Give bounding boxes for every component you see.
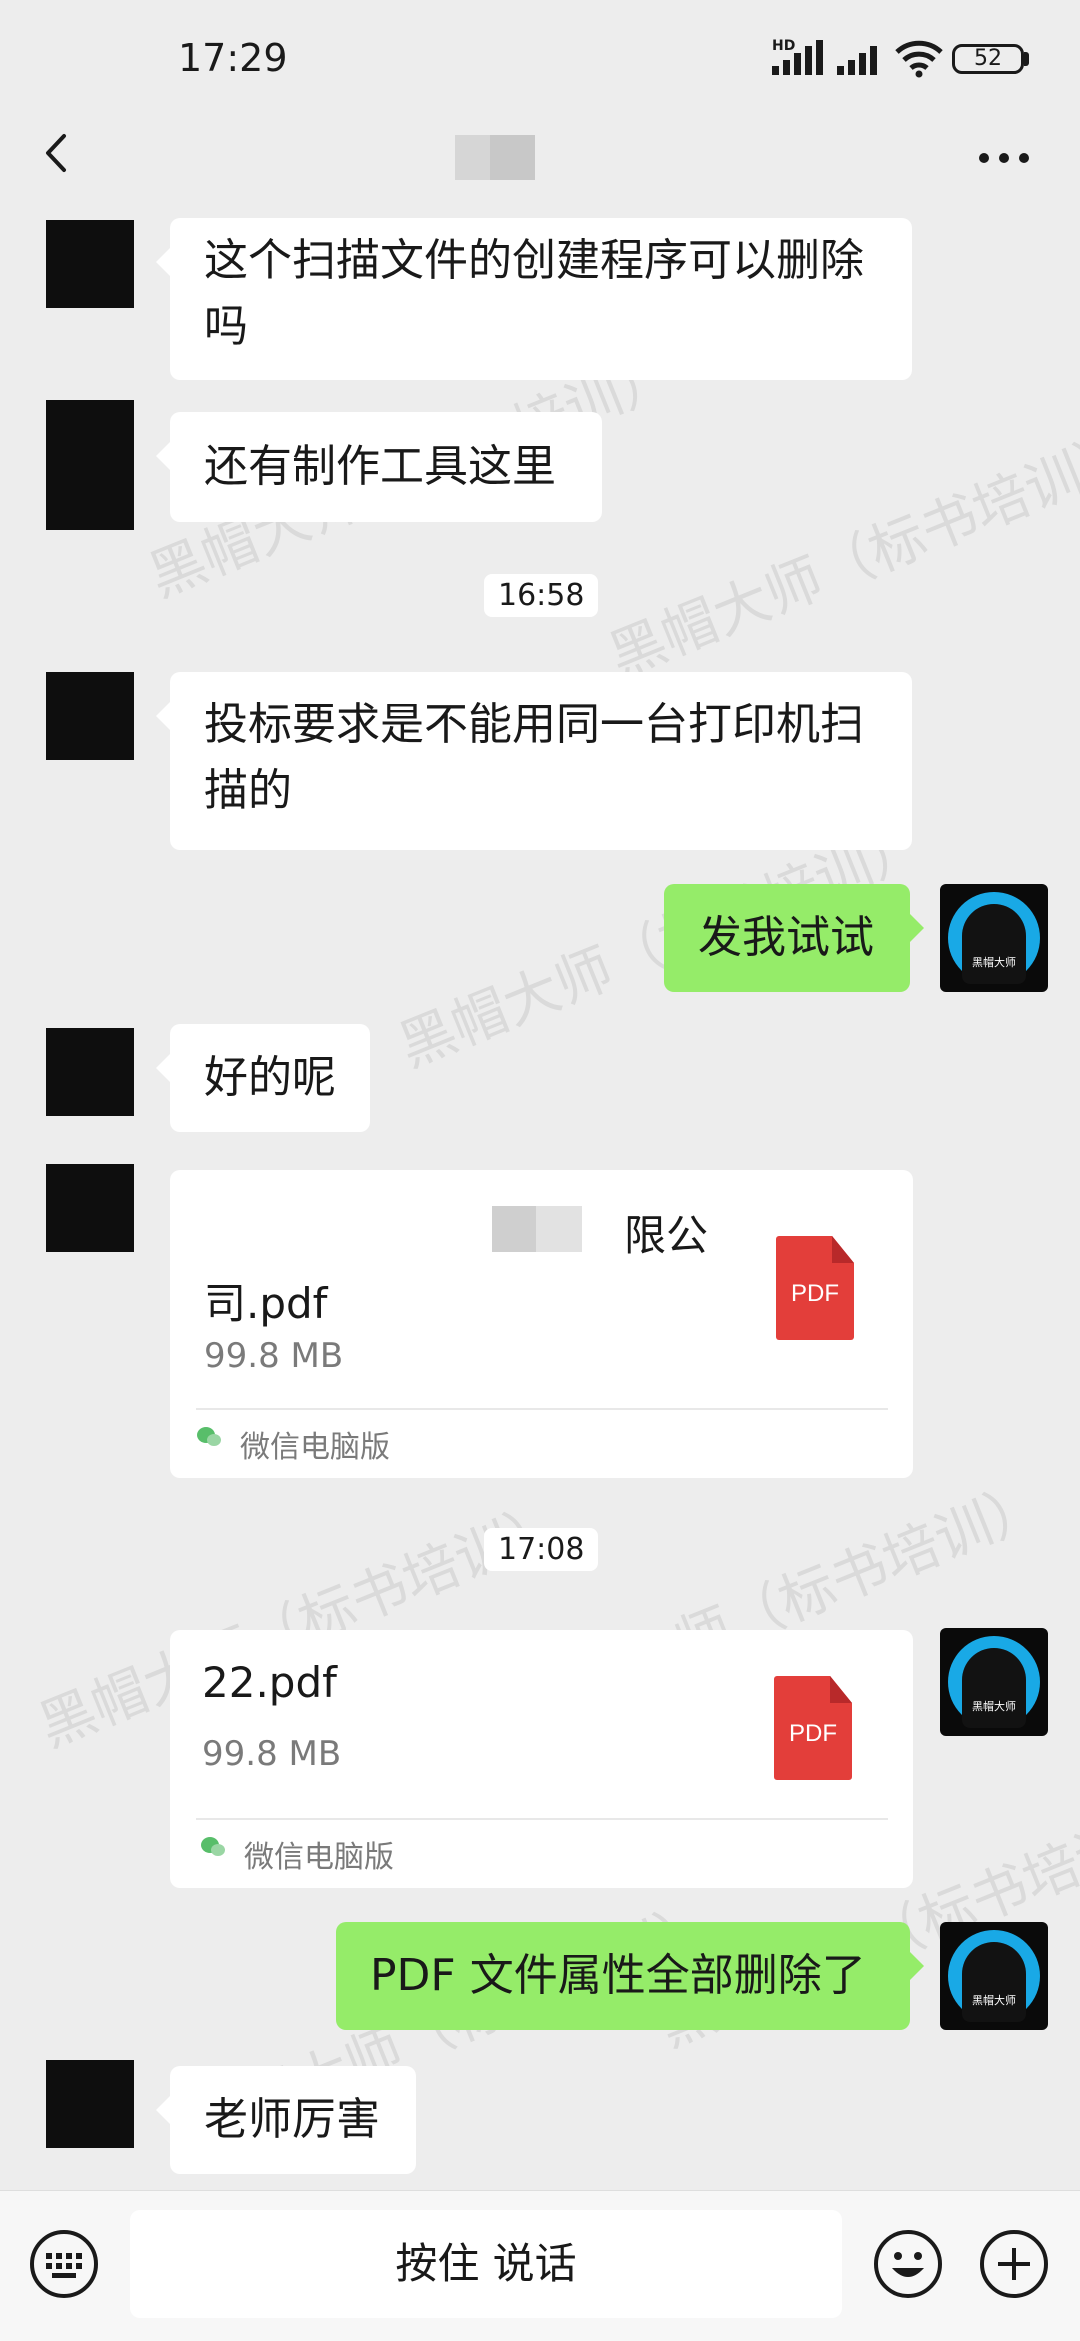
file-divider	[196, 1818, 888, 1820]
message-bubble-self[interactable]: 发我试试	[664, 884, 924, 992]
self-avatar[interactable]: 黑帽大师	[940, 884, 1048, 992]
message-text: 还有制作工具这里	[204, 441, 556, 492]
message-bubble[interactable]: 老师厉害	[156, 2066, 416, 2174]
cellular-signal-icon	[772, 40, 823, 75]
message-text: PDF 文件属性全部删除了	[370, 1950, 866, 2001]
wifi-icon	[895, 40, 943, 78]
message-bubble[interactable]: 还有制作工具这里	[156, 412, 602, 522]
contact-avatar[interactable]	[46, 672, 134, 760]
message-text: 这个扫描文件的创建程序可以删除吗	[204, 235, 864, 352]
file-size: 99.8 MB	[202, 1734, 342, 1774]
avatar-label: 黑帽大师	[972, 1994, 1016, 2007]
avatar-label: 黑帽大师	[972, 1700, 1016, 1713]
file-divider	[196, 1408, 888, 1410]
pdf-file-icon: PDF	[774, 1676, 852, 1780]
status-time: 17:29	[178, 36, 288, 80]
hold-to-talk-button[interactable]: 按住 说话	[130, 2210, 842, 2318]
contact-avatar[interactable]	[46, 220, 134, 308]
file-source: 微信电脑版	[244, 1840, 394, 1875]
wechat-icon	[197, 1427, 221, 1446]
file-name: 22.pdf	[202, 1658, 337, 1707]
message-text: 好的呢	[204, 1052, 336, 1103]
avatar-label: 黑帽大师	[972, 956, 1016, 969]
contact-avatar[interactable]	[46, 2060, 134, 2148]
file-card-self[interactable]: 22.pdf 99.8 MB PDF 微信电脑版	[170, 1630, 913, 1888]
watermark: 黑帽大师（标书培训）	[600, 420, 1080, 691]
contact-avatar[interactable]	[46, 400, 134, 530]
message-bubble[interactable]: 这个扫描文件的创建程序可以删除吗	[156, 218, 912, 380]
file-size: 99.8 MB	[204, 1336, 344, 1376]
message-text: 发我试试	[698, 912, 874, 963]
wechat-icon	[201, 1837, 225, 1856]
message-bubble[interactable]: 投标要求是不能用同一台打印机扫描的	[156, 672, 912, 850]
message-text: 投标要求是不能用同一台打印机扫描的	[204, 699, 864, 816]
chat-title-redacted	[490, 135, 535, 180]
file-card[interactable]: 限公 司.pdf 99.8 MB PDF 微信电脑版	[170, 1170, 913, 1478]
contact-avatar[interactable]	[46, 1028, 134, 1116]
file-source: 微信电脑版	[240, 1430, 390, 1465]
self-avatar[interactable]: 黑帽大师	[940, 1628, 1048, 1736]
file-name-redacted	[492, 1206, 536, 1252]
plus-icon[interactable]	[978, 2228, 1050, 2300]
file-name: 司.pdf	[204, 1279, 328, 1328]
battery-tip	[1024, 52, 1029, 66]
contact-avatar[interactable]	[46, 1164, 134, 1252]
more-icon[interactable]	[978, 152, 1030, 164]
cellular-signal-icon	[837, 46, 877, 75]
timestamp: 16:58	[484, 574, 599, 617]
message-bubble[interactable]: 好的呢	[156, 1024, 370, 1132]
message-bubble-self[interactable]: PDF 文件属性全部删除了	[336, 1922, 924, 2030]
nav-bar	[0, 125, 1080, 220]
timestamp: 17:08	[484, 1528, 599, 1571]
battery-level: 52	[974, 46, 1002, 71]
self-avatar[interactable]: 黑帽大师	[940, 1922, 1048, 2030]
pdf-file-icon: PDF	[776, 1236, 854, 1340]
file-name: 限公	[624, 1211, 709, 1260]
emoji-icon[interactable]	[872, 2228, 944, 2300]
message-text: 老师厉害	[204, 2094, 380, 2145]
back-icon[interactable]	[38, 128, 78, 178]
keyboard-icon[interactable]	[28, 2228, 100, 2300]
